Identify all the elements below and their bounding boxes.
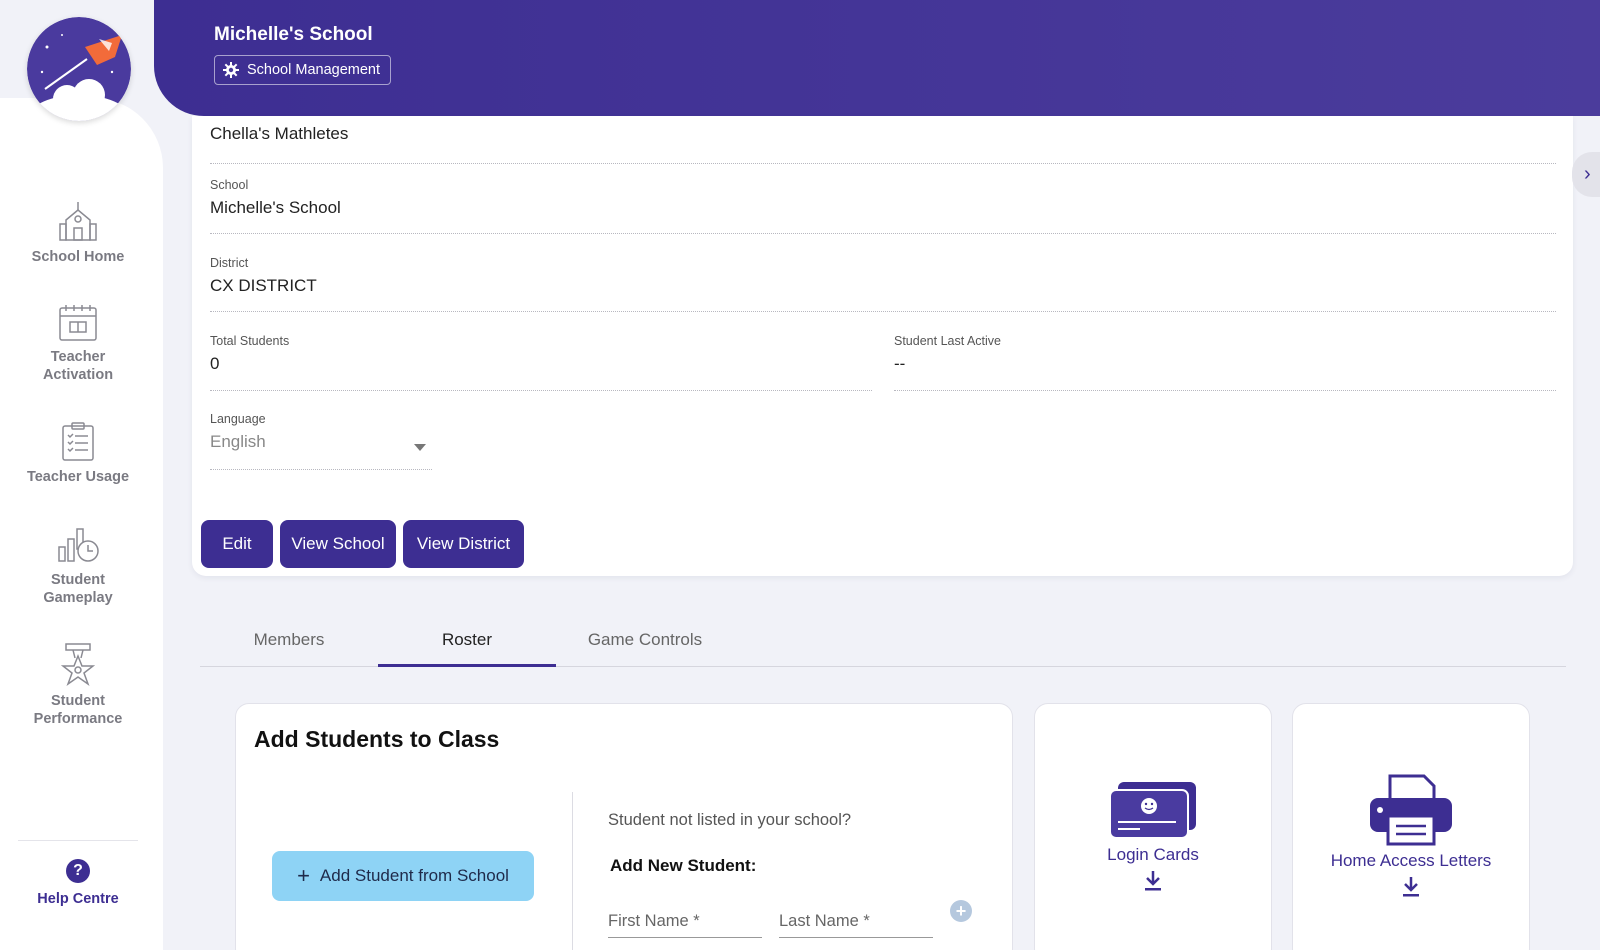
view-district-button[interactable]: View District	[403, 520, 524, 568]
language-value: English	[210, 432, 266, 451]
sidebar-item-school-home[interactable]: School Home	[0, 200, 156, 266]
expand-panel-button[interactable]: ›	[1572, 152, 1600, 197]
download-icon	[1403, 877, 1419, 897]
chevron-right-icon: ›	[1584, 163, 1591, 185]
sidebar-item-teacher-activation[interactable]: Teacher Activation	[0, 304, 156, 384]
student-last-active-value: --	[894, 354, 906, 373]
sidebar-item-label: Teacher Usage	[26, 469, 130, 485]
class-name-value: Chella's Mathletes	[210, 124, 349, 143]
student-last-active-label: Student Last Active	[894, 334, 1002, 348]
home-access-letters-download-card[interactable]: Home Access Letters	[1292, 703, 1530, 950]
sidebar-item-student-performance[interactable]: Student Performance	[0, 642, 156, 728]
school-label: School	[210, 178, 249, 192]
calendar-icon	[59, 305, 97, 341]
help-centre-link[interactable]: ? Help Centre	[18, 840, 138, 907]
edit-button[interactable]: Edit	[201, 520, 273, 568]
total-students-value: 0	[210, 354, 220, 373]
class-details-card: Chella's Mathletes School Michelle's Sch…	[192, 116, 1573, 576]
school-field: School Michelle's School	[210, 178, 1556, 234]
tab-roster[interactable]: Roster	[378, 612, 556, 667]
district-value: CX DISTRICT	[210, 276, 317, 295]
add-students-card: Add Students to Class + Add Student from…	[235, 703, 1013, 950]
tab-game-controls[interactable]: Game Controls	[556, 612, 734, 667]
language-label: Language	[210, 412, 266, 426]
login-cards-download-card[interactable]: Login Cards	[1034, 703, 1272, 950]
gear-icon	[223, 62, 239, 78]
login-cards-label: Login Cards	[1107, 845, 1199, 864]
home-access-letters-label: Home Access Letters	[1330, 851, 1492, 870]
app-logo[interactable]	[27, 17, 131, 121]
chevron-down-icon	[414, 444, 426, 451]
divider	[572, 792, 573, 950]
first-name-input[interactable]	[608, 908, 762, 938]
header-banner: Michelle's School School Management	[154, 0, 1600, 116]
not-listed-text: Student not listed in your school?	[608, 811, 852, 829]
sidebar-item-teacher-usage[interactable]: Teacher Usage	[0, 422, 156, 486]
school-value: Michelle's School	[210, 198, 341, 217]
class-tabs: Members Roster Game Controls	[200, 612, 1566, 667]
sidebar: School Home Teacher Activation Teacher U…	[0, 0, 163, 950]
district-field: District CX DISTRICT	[210, 256, 1556, 312]
view-school-button[interactable]: View School	[280, 520, 396, 568]
district-label: District	[210, 256, 249, 270]
sidebar-item-label: Student Gameplay	[43, 572, 113, 606]
download-icon	[1145, 871, 1161, 891]
add-student-from-school-button[interactable]: + Add Student from School	[272, 851, 534, 901]
sidebar-item-label: Teacher Activation	[42, 349, 114, 383]
school-building-icon	[59, 202, 97, 241]
add-student-from-school-label: Add Student from School	[319, 866, 509, 885]
clipboard-checklist-icon	[62, 422, 94, 461]
language-select[interactable]: Language English	[210, 412, 432, 470]
help-centre-label: Help Centre	[37, 891, 119, 907]
add-new-student-heading: Add New Student:	[610, 856, 757, 875]
school-management-button[interactable]: School Management	[214, 55, 391, 85]
student-last-active-field: Student Last Active --	[894, 334, 1556, 391]
medal-star-icon	[61, 643, 95, 686]
question-icon: ?	[66, 859, 90, 883]
total-students-field: Total Students 0	[210, 334, 872, 391]
last-name-input[interactable]	[779, 908, 933, 938]
add-new-student-plus-icon[interactable]: +	[950, 900, 972, 922]
bar-chart-clock-icon	[58, 528, 99, 562]
tab-members[interactable]: Members	[200, 612, 378, 667]
login-cards-icon	[1109, 782, 1196, 839]
school-management-label: School Management	[247, 62, 380, 78]
sidebar-item-student-gameplay[interactable]: Student Gameplay	[0, 527, 156, 607]
add-students-title: Add Students to Class	[254, 726, 500, 752]
class-name-field: Chella's Mathletes	[210, 124, 1556, 164]
plus-icon: +	[297, 863, 310, 888]
sidebar-item-label: Student Performance	[33, 693, 123, 727]
sidebar-item-label: School Home	[31, 249, 125, 265]
printer-icon	[1370, 774, 1452, 846]
total-students-label: Total Students	[210, 334, 290, 348]
page-title: Michelle's School	[214, 24, 373, 45]
